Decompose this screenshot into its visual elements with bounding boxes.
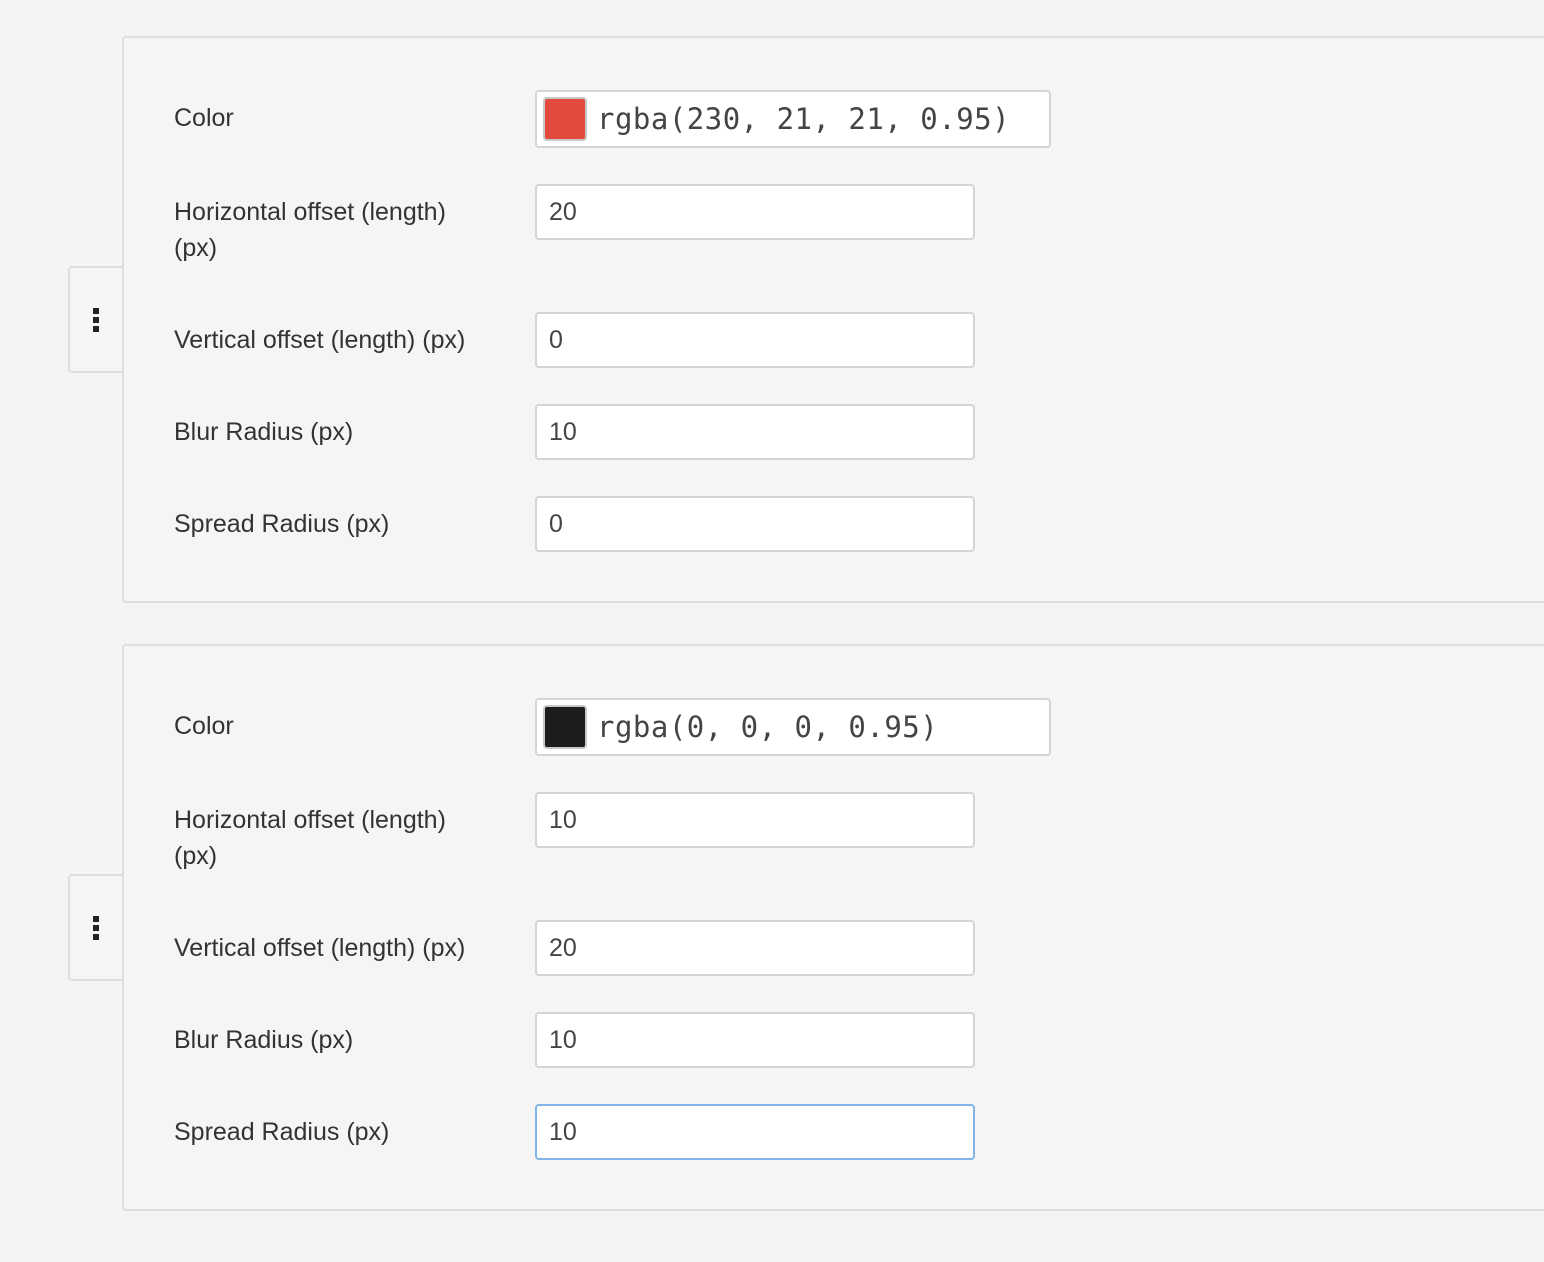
horizontal-offset-input[interactable] [535, 184, 975, 240]
vertical-offset-input[interactable] [535, 920, 975, 976]
spread-radius-input[interactable] [535, 1104, 975, 1160]
drag-handle-shadow-2[interactable] [68, 874, 124, 981]
vertical-offset-input[interactable] [535, 312, 975, 368]
color-picker-field[interactable] [535, 698, 1051, 756]
blur-radius-input[interactable] [535, 1012, 975, 1068]
blur-radius-label: Blur Radius (px) [174, 418, 354, 446]
color-swatch[interactable] [543, 705, 587, 749]
shadow-card-2: Color Horizontal offset (length) (px) Ve… [122, 644, 1544, 1211]
blur-radius-label: Blur Radius (px) [174, 1026, 354, 1054]
shadow-card-1: Color Horizontal offset (length) (px) Ve… [122, 36, 1544, 603]
color-label: Color [174, 104, 234, 132]
horizontal-offset-label: Horizontal offset (length) (px) [174, 198, 446, 262]
vertical-offset-label: Vertical offset (length) (px) [174, 326, 466, 354]
color-value-input[interactable] [597, 102, 1037, 136]
horizontal-offset-label: Horizontal offset (length) (px) [174, 806, 446, 870]
color-label: Color [174, 712, 234, 740]
color-value-input[interactable] [597, 710, 1037, 744]
drag-handle-icon [93, 915, 99, 940]
color-picker-field[interactable] [535, 90, 1051, 148]
spread-radius-label: Spread Radius (px) [174, 510, 390, 538]
box-shadow-editor: Color Horizontal offset (length) (px) Ve… [0, 0, 1544, 1262]
blur-radius-input[interactable] [535, 404, 975, 460]
vertical-offset-label: Vertical offset (length) (px) [174, 934, 466, 962]
drag-handle-shadow-1[interactable] [68, 266, 124, 373]
drag-handle-icon [93, 307, 99, 332]
horizontal-offset-input[interactable] [535, 792, 975, 848]
spread-radius-input[interactable] [535, 496, 975, 552]
color-swatch[interactable] [543, 97, 587, 141]
spread-radius-label: Spread Radius (px) [174, 1118, 390, 1146]
